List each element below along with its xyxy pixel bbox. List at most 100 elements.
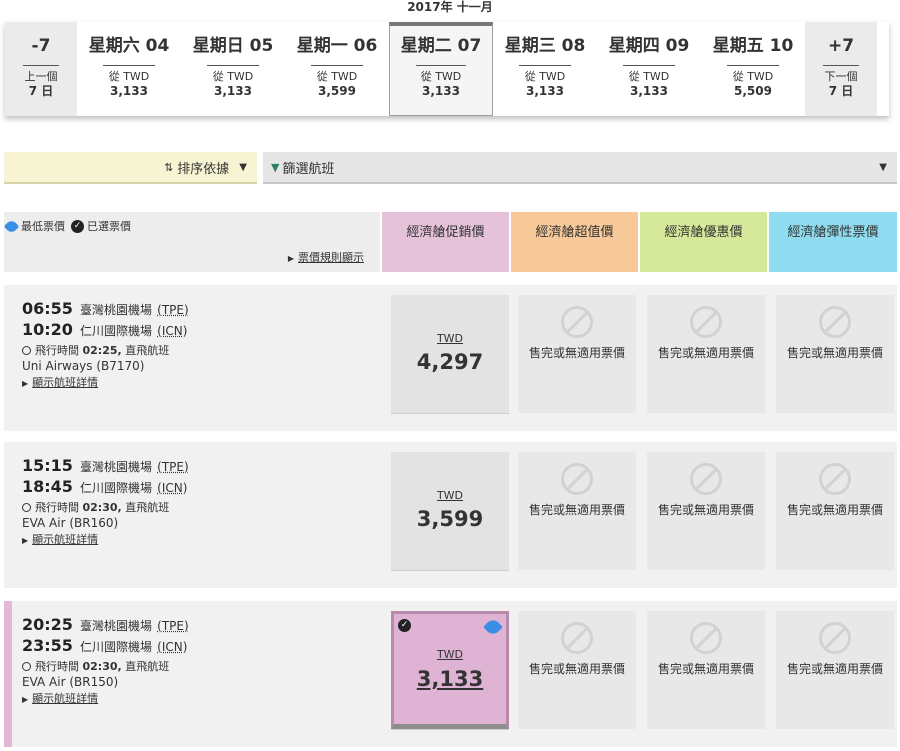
- fare-column-promo[interactable]: 經濟艙促銷價: [382, 212, 509, 272]
- duration: 02:30,: [82, 660, 122, 673]
- duration-label: 飛行時間: [35, 660, 79, 673]
- date-cell[interactable]: 星期五 10 從 TWD 5,509: [701, 22, 805, 116]
- fare-option-unavailable: 售完或無適用票價: [776, 611, 894, 729]
- departure-code[interactable]: (TPE): [157, 303, 189, 317]
- unavailable-icon: [561, 463, 593, 495]
- clock-icon: [22, 346, 31, 355]
- chevron-down-icon: ▼: [879, 161, 887, 173]
- departure-code[interactable]: (TPE): [157, 460, 189, 474]
- date-cell[interactable]: 星期三 08 從 TWD 3,133: [493, 22, 597, 116]
- departure-time: 06:55: [22, 299, 73, 318]
- flight-info: 20:25 臺灣桃園機場 (TPE) 23:55 仁川國際機場 (ICN) 飛行…: [22, 615, 372, 709]
- caret-right-icon: ▶: [22, 536, 29, 545]
- day-price: 3,133: [110, 84, 148, 98]
- fare-option-promo[interactable]: TWD 4,297: [391, 295, 509, 413]
- caret-right-icon: ▶: [22, 695, 29, 704]
- date-cell-selected[interactable]: 星期二 07 從 TWD 3,133: [389, 22, 493, 116]
- fare-currency: TWD: [436, 648, 464, 661]
- sort-dropdown[interactable]: ⇅ 排序依據 ▼: [4, 152, 257, 184]
- duration: 02:30,: [82, 501, 122, 514]
- departure-time: 15:15: [22, 456, 73, 475]
- departure-airport: 臺灣桃園機場: [80, 303, 153, 317]
- from-label: 從 TWD: [420, 70, 462, 83]
- unavailable-text: 售完或無適用票價: [657, 503, 754, 517]
- prev-week-button[interactable]: -7 上一個 7 日: [5, 22, 77, 116]
- flight-details-link[interactable]: ▶ 顯示航班詳情: [22, 374, 372, 393]
- unavailable-text: 售完或無適用票價: [786, 503, 883, 517]
- fare-column-discount[interactable]: 經濟艙優惠價: [640, 212, 767, 272]
- flight-row-selected: 20:25 臺灣桃園機場 (TPE) 23:55 仁川國際機場 (ICN) 飛行…: [4, 601, 897, 747]
- day-price: 3,133: [214, 84, 252, 98]
- carrier: EVA Air (BR150): [22, 675, 119, 689]
- date-cell[interactable]: 星期一 06 從 TWD 3,599: [285, 22, 389, 116]
- fare-option-unavailable: 售完或無適用票價: [518, 452, 636, 570]
- weekday: 星期日: [192, 36, 244, 56]
- day-price: 5,509: [734, 84, 772, 98]
- from-label: 從 TWD: [108, 70, 150, 83]
- fare-option-unavailable: 售完或無適用票價: [647, 452, 765, 570]
- fare-column-flex[interactable]: 經濟艙彈性票價: [769, 212, 897, 272]
- next-week-button[interactable]: +7 下一個 7 日: [805, 22, 877, 116]
- flight-details-label: 顯示航班詳情: [32, 376, 99, 389]
- unavailable-text: 售完或無適用票價: [657, 346, 754, 360]
- from-label: 從 TWD: [524, 70, 566, 83]
- legend-lowest: 最低票價: [21, 220, 65, 233]
- flight-row: 06:55 臺灣桃園機場 (TPE) 10:20 仁川國際機場 (ICN) 飛行…: [4, 285, 897, 431]
- check-icon: ✓: [398, 619, 411, 632]
- fare-rules-link[interactable]: ▶ 票價規則顯示: [288, 249, 364, 265]
- day-number: 08: [561, 36, 586, 56]
- day-price: 3,599: [318, 84, 356, 98]
- divider: [23, 65, 59, 66]
- arrival-code[interactable]: (ICN): [157, 481, 187, 495]
- fare-amount: 3,599: [416, 507, 484, 531]
- fare-option-unavailable: 售完或無適用票價: [518, 611, 636, 729]
- arrival-code[interactable]: (ICN): [157, 324, 187, 338]
- fare-option-unavailable: 售完或無適用票價: [776, 295, 894, 413]
- chevron-down-icon: ▼: [239, 161, 247, 173]
- fare-option-promo[interactable]: TWD 3,599: [391, 452, 509, 570]
- unavailable-icon: [819, 622, 851, 654]
- unavailable-text: 售完或無適用票價: [528, 346, 625, 360]
- arrival-code[interactable]: (ICN): [157, 640, 187, 654]
- fare-column-super[interactable]: 經濟艙超值價: [511, 212, 638, 272]
- flight-info: 15:15 臺灣桃園機場 (TPE) 18:45 仁川國際機場 (ICN) 飛行…: [22, 456, 372, 550]
- unavailable-icon: [819, 463, 851, 495]
- weekday: 星期五: [712, 36, 764, 56]
- check-icon: ✓: [71, 219, 84, 233]
- day-number: 09: [665, 36, 690, 56]
- departure-code[interactable]: (TPE): [157, 619, 189, 633]
- lowest-fare-tag-icon: [483, 617, 503, 637]
- from-label: 從 TWD: [628, 70, 670, 83]
- legend-selected: 已選票價: [87, 220, 131, 233]
- flight-details-link[interactable]: ▶ 顯示航班詳情: [22, 690, 372, 709]
- flight-details-label: 顯示航班詳情: [32, 533, 99, 546]
- arrival-airport: 仁川國際機場: [80, 481, 153, 495]
- day-number: 06: [353, 36, 378, 56]
- filter-dropdown[interactable]: ▼ 篩選航班 ▼: [263, 152, 897, 184]
- flight-details-label: 顯示航班詳情: [32, 692, 99, 705]
- carrier: Uni Airways (B7170): [22, 359, 145, 373]
- day-number: 04: [145, 36, 170, 56]
- divider: [207, 65, 259, 66]
- day-number: 05: [249, 36, 274, 56]
- flight-info: 06:55 臺灣桃園機場 (TPE) 10:20 仁川國際機場 (ICN) 飛行…: [22, 299, 372, 393]
- divider: [311, 65, 363, 66]
- departure-airport: 臺灣桃園機場: [80, 460, 153, 474]
- date-cell[interactable]: 星期六 04 從 TWD 3,133: [77, 22, 181, 116]
- fare-option-unavailable: 售完或無適用票價: [647, 611, 765, 729]
- legend-box: 最低票價 ✓ 已選票價 ▶ 票價規則顯示: [3, 212, 380, 272]
- departure-time: 20:25: [22, 615, 73, 634]
- flight-details-link[interactable]: ▶ 顯示航班詳情: [22, 531, 372, 550]
- weekday: 星期四: [608, 36, 660, 56]
- departure-airport: 臺灣桃園機場: [80, 619, 153, 633]
- fare-option-promo-selected[interactable]: ✓ TWD 3,133: [391, 611, 509, 729]
- unavailable-icon: [690, 306, 722, 338]
- date-cell[interactable]: 星期日 05 從 TWD 3,133: [181, 22, 285, 116]
- unavailable-icon: [690, 622, 722, 654]
- day-number: 10: [769, 36, 794, 56]
- date-cell[interactable]: 星期四 09 從 TWD 3,133: [597, 22, 701, 116]
- caret-right-icon: ▶: [22, 379, 29, 388]
- arrival-airport: 仁川國際機場: [80, 640, 153, 654]
- legend: 最低票價 ✓ 已選票價: [3, 218, 131, 234]
- next-week-days: 7 日: [828, 84, 854, 98]
